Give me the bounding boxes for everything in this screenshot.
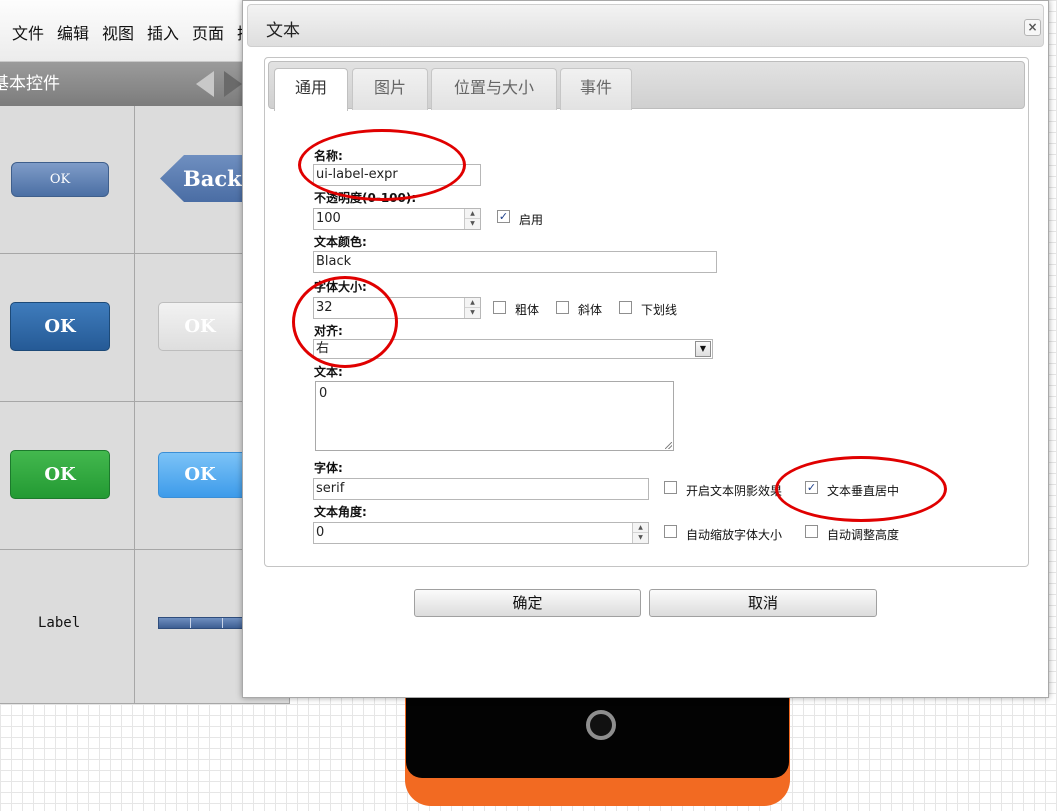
align-value: 右 — [316, 341, 330, 356]
dialog-form: 通用 图片 位置与大小 事件 名称: ui-label-expr 不透明度(0-… — [264, 57, 1029, 567]
progress-bar-control[interactable] — [158, 617, 250, 629]
align-label: 对齐: — [314, 324, 343, 338]
tab-image[interactable]: 图片 — [352, 68, 428, 110]
ok-button-light-control[interactable]: OK — [158, 452, 250, 498]
cancel-button[interactable]: 取消 — [649, 589, 877, 617]
auto-height-label: 自动调整高度 — [827, 528, 900, 542]
tab-events[interactable]: 事件 — [560, 68, 632, 110]
text-shadow-checkbox[interactable] — [664, 481, 677, 494]
spin-up-icon[interactable]: ▲ — [465, 298, 480, 308]
font-size-label: 字体大小: — [314, 280, 367, 294]
auto-scale-font-checkbox[interactable] — [664, 525, 677, 538]
spin-down-icon[interactable]: ▼ — [633, 533, 648, 543]
text-label: 文本: — [314, 365, 343, 379]
text-area-value: 0 — [319, 386, 328, 401]
font-field[interactable]: serif — [313, 478, 649, 500]
progress-divider — [190, 618, 191, 628]
ok-button-control[interactable]: OK — [11, 162, 109, 197]
menu-edit[interactable]: 编辑 — [57, 20, 89, 44]
italic-checkbox[interactable] — [556, 301, 569, 314]
text-color-field[interactable]: Black — [313, 251, 717, 273]
spin-down-icon[interactable]: ▼ — [465, 308, 480, 318]
font-label: 字体: — [314, 461, 343, 475]
text-angle-field[interactable]: 0 ▲ ▼ — [313, 522, 649, 544]
spin-down-icon[interactable]: ▼ — [465, 219, 480, 229]
label-control[interactable]: Label — [38, 615, 80, 631]
resize-grip-icon[interactable] — [665, 442, 672, 449]
opacity-value: 100 — [316, 211, 341, 226]
text-area[interactable]: 0 — [315, 381, 674, 451]
arrow-left-icon[interactable] — [196, 71, 214, 97]
phone-screen — [406, 690, 789, 778]
enable-label: 启用 — [519, 213, 544, 227]
text-shadow-label: 开启文本阴影效果 — [686, 484, 783, 498]
progress-divider — [222, 618, 223, 628]
tab-general[interactable]: 通用 — [274, 68, 348, 111]
underline-checkbox[interactable] — [619, 301, 632, 314]
confirm-button[interactable]: 确定 — [414, 589, 641, 617]
bold-label: 粗体 — [515, 303, 540, 317]
text-properties-dialog: 文本 × 通用 图片 位置与大小 事件 名称: ui-label-expr 不透… — [242, 0, 1049, 698]
dialog-title: 文本 — [266, 21, 300, 41]
home-button-icon — [586, 710, 616, 740]
italic-label: 斜体 — [578, 303, 603, 317]
tab-position-size[interactable]: 位置与大小 — [431, 68, 557, 110]
arrow-right-icon[interactable] — [224, 71, 242, 97]
auto-height-checkbox[interactable] — [805, 525, 818, 538]
phone-frame — [405, 690, 790, 806]
underline-label: 下划线 — [641, 303, 678, 317]
opacity-label: 不透明度(0-100): — [314, 191, 417, 205]
text-angle-label: 文本角度: — [314, 505, 367, 519]
menu-view[interactable]: 视图 — [102, 20, 134, 44]
name-field[interactable]: ui-label-expr — [313, 164, 481, 186]
ok-button-green-control[interactable]: OK — [10, 450, 110, 499]
menu-bar: 文件 编辑 视图 插入 页面 插 — [0, 0, 253, 62]
menu-file[interactable]: 文件 — [12, 20, 44, 44]
close-icon[interactable]: × — [1024, 19, 1041, 36]
font-size-spinner[interactable]: ▲ ▼ — [464, 298, 480, 318]
opacity-field[interactable]: 100 ▲ ▼ — [313, 208, 481, 230]
bold-checkbox[interactable] — [493, 301, 506, 314]
dialog-titlebar[interactable]: 文本 × — [247, 4, 1044, 47]
vertical-center-label: 文本垂直居中 — [827, 484, 900, 498]
vertical-center-checkbox[interactable]: ✓ — [805, 481, 818, 494]
tab-bar: 通用 图片 位置与大小 事件 — [268, 61, 1025, 111]
text-angle-spinner[interactable]: ▲ ▼ — [632, 523, 648, 543]
font-size-value: 32 — [316, 300, 333, 315]
opacity-spinner[interactable]: ▲ ▼ — [464, 209, 480, 229]
menu-page[interactable]: 页面 — [192, 20, 224, 44]
panel-title: 基本控件 — [0, 74, 60, 94]
text-angle-value: 0 — [316, 525, 325, 540]
enable-checkbox[interactable]: ✓ — [497, 210, 510, 223]
font-size-field[interactable]: 32 ▲ ▼ — [313, 297, 481, 319]
ok-button-dark-control[interactable]: OK — [10, 302, 110, 351]
spin-up-icon[interactable]: ▲ — [633, 523, 648, 533]
chevron-down-icon[interactable]: ▼ — [695, 341, 711, 357]
menu-insert[interactable]: 插入 — [147, 20, 179, 44]
ok-button-disabled-control[interactable]: OK — [158, 302, 250, 351]
name-label: 名称: — [314, 149, 343, 163]
text-color-label: 文本颜色: — [314, 235, 367, 249]
auto-scale-font-label: 自动缩放字体大小 — [686, 528, 783, 542]
align-select[interactable]: 右 ▼ — [313, 339, 713, 359]
spin-up-icon[interactable]: ▲ — [465, 209, 480, 219]
